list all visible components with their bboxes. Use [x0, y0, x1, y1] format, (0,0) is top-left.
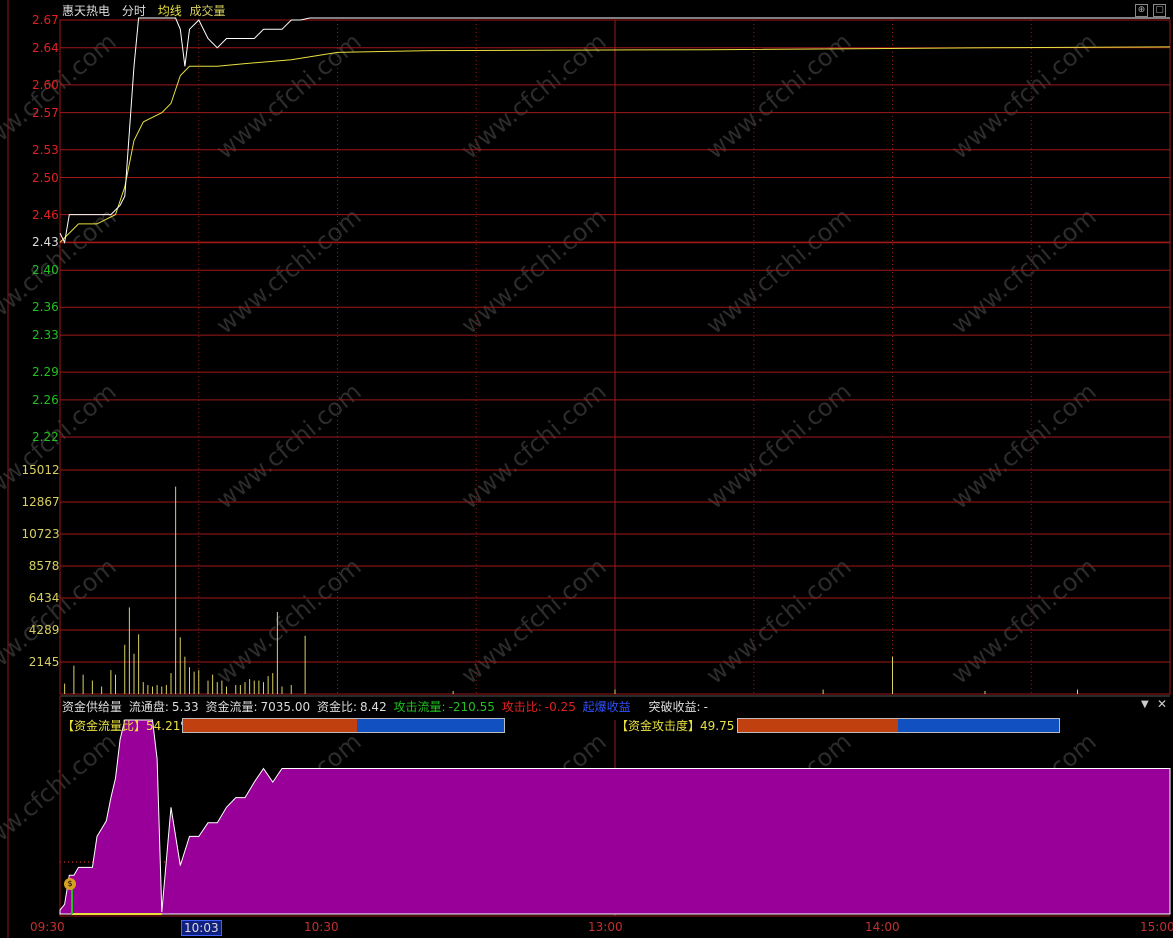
- watermark-text: www.cfchi.com: [946, 202, 1102, 339]
- attack-flow-value: -210.55: [448, 700, 495, 714]
- price-tick-label: 2.53: [32, 142, 59, 157]
- float-label: 流通盘:: [128, 700, 169, 714]
- flow-label: 资金流量:: [205, 700, 258, 714]
- flow-value: 7035.00: [260, 700, 311, 714]
- watermark-text: www.cfchi.com: [701, 552, 857, 689]
- attack-label: 【资金攻击度】: [616, 719, 701, 733]
- price-tick-label: 2.33: [32, 328, 59, 343]
- volume-tick-label: 6434: [28, 590, 60, 605]
- volume-label[interactable]: 成交量: [190, 4, 226, 18]
- watermark-text: www.cfchi.com: [946, 552, 1102, 689]
- attack-bar: [737, 718, 1060, 733]
- price-tick-label: 2.60: [32, 77, 59, 92]
- volume-tick-label: 12867: [21, 495, 60, 509]
- price-tick-label: 2.26: [32, 392, 59, 407]
- indicator-info-bar: 资金供给量 流通盘: 5.33 资金流量: 7035.00 资金比: 8.42 攻击流…: [62, 698, 711, 715]
- price-tick-label: 2.29: [32, 365, 59, 380]
- watermark-text: www.cfchi.com: [701, 377, 857, 514]
- volume-tick-label: 2145: [28, 654, 60, 669]
- time-label-1400: 14:00: [865, 920, 900, 934]
- breakout-value: -: [703, 700, 708, 714]
- price-tick-label: 2.57: [32, 105, 59, 120]
- indicator-title[interactable]: 资金供给量: [62, 700, 122, 714]
- watermark-text: www.cfchi.com: [946, 377, 1102, 514]
- flow-ratio-buy-segment: [183, 719, 357, 732]
- flow-ratio-label: 【资金流量比】: [62, 719, 147, 733]
- price-tick-label: 2.64: [32, 40, 59, 55]
- tab-intraday[interactable]: 分时: [122, 4, 146, 18]
- watermark-text: www.cfchi.com: [0, 377, 122, 514]
- stock-name: 惠天热电: [62, 4, 111, 18]
- close-icon[interactable]: ✕: [1157, 697, 1167, 711]
- flow-ratio-bar: [182, 718, 505, 733]
- ratio-value: 8.42: [359, 700, 387, 714]
- breakout-label: 突破收益:: [648, 700, 701, 714]
- price-tick-label: 2.40: [32, 263, 59, 278]
- watermark-text: www.cfchi.com: [701, 202, 857, 339]
- restore-icon[interactable]: ▢: [1153, 4, 1166, 17]
- price-tick-label: 2.46: [32, 207, 59, 222]
- price-tick-label: 2.67: [32, 13, 59, 27]
- time-label-cursor[interactable]: 10:03: [181, 920, 222, 936]
- attack-ratio-label: 攻击比:: [501, 700, 542, 714]
- watermark-text: www.cfchi.com: [211, 377, 367, 514]
- ratio-label: 资金比:: [316, 700, 357, 714]
- watermark-text: www.cfchi.com: [0, 552, 122, 689]
- price-tick-label: 2.50: [32, 170, 59, 185]
- watermark-text: www.cfchi.com: [211, 552, 367, 689]
- price-tick-label: 2.43: [32, 235, 59, 250]
- volume-tick-label: 10723: [21, 526, 60, 541]
- time-label-close: 15:00: [1140, 920, 1173, 934]
- time-label-1300: 13:00: [588, 920, 623, 934]
- money-bag-icon: $: [64, 878, 76, 890]
- watermark-text: www.cfchi.com: [456, 552, 612, 689]
- volume-tick-label: 8578: [28, 559, 60, 573]
- float-value: 5.33: [171, 700, 199, 714]
- dropdown-icon[interactable]: ▼: [1141, 699, 1149, 710]
- flow-ratio-sell-segment: [357, 719, 504, 732]
- watermark-text: www.cfchi.com: [456, 202, 612, 339]
- volume-tick-label: 4289: [28, 623, 60, 637]
- attack-ratio-value: -0.25: [544, 700, 576, 714]
- attack-sell-segment: [897, 719, 1059, 732]
- takeoff-label: 起爆收益: [582, 700, 631, 714]
- price-tick-label: 2.36: [32, 300, 59, 315]
- avg-line-label[interactable]: 均线: [158, 4, 182, 18]
- chart-header: 惠天热电 分时 均线 成交量: [62, 2, 234, 19]
- watermark-text: www.cfchi.com: [211, 202, 367, 339]
- expand-icon[interactable]: ⊕: [1135, 4, 1148, 17]
- price-tick-label: 2.22: [32, 430, 59, 444]
- time-label-open: 09:30: [30, 920, 65, 934]
- watermark-layer: www.cfchi.com www.cfchi.com www.cfchi.com w…: [0, 27, 1102, 864]
- attack-flow-label: 攻击流量:: [393, 700, 446, 714]
- volume-tick-label: 15012: [21, 463, 60, 477]
- watermark-text: www.cfchi.com: [456, 377, 612, 514]
- attack-buy-segment: [738, 719, 898, 732]
- watermark-text: www.cfchi.com: [0, 202, 122, 339]
- intraday-chart[interactable]: www.cfchi.com www.cfchi.com www.cfchi.com w…: [0, 0, 1173, 938]
- time-label-1030: 10:30: [304, 920, 339, 934]
